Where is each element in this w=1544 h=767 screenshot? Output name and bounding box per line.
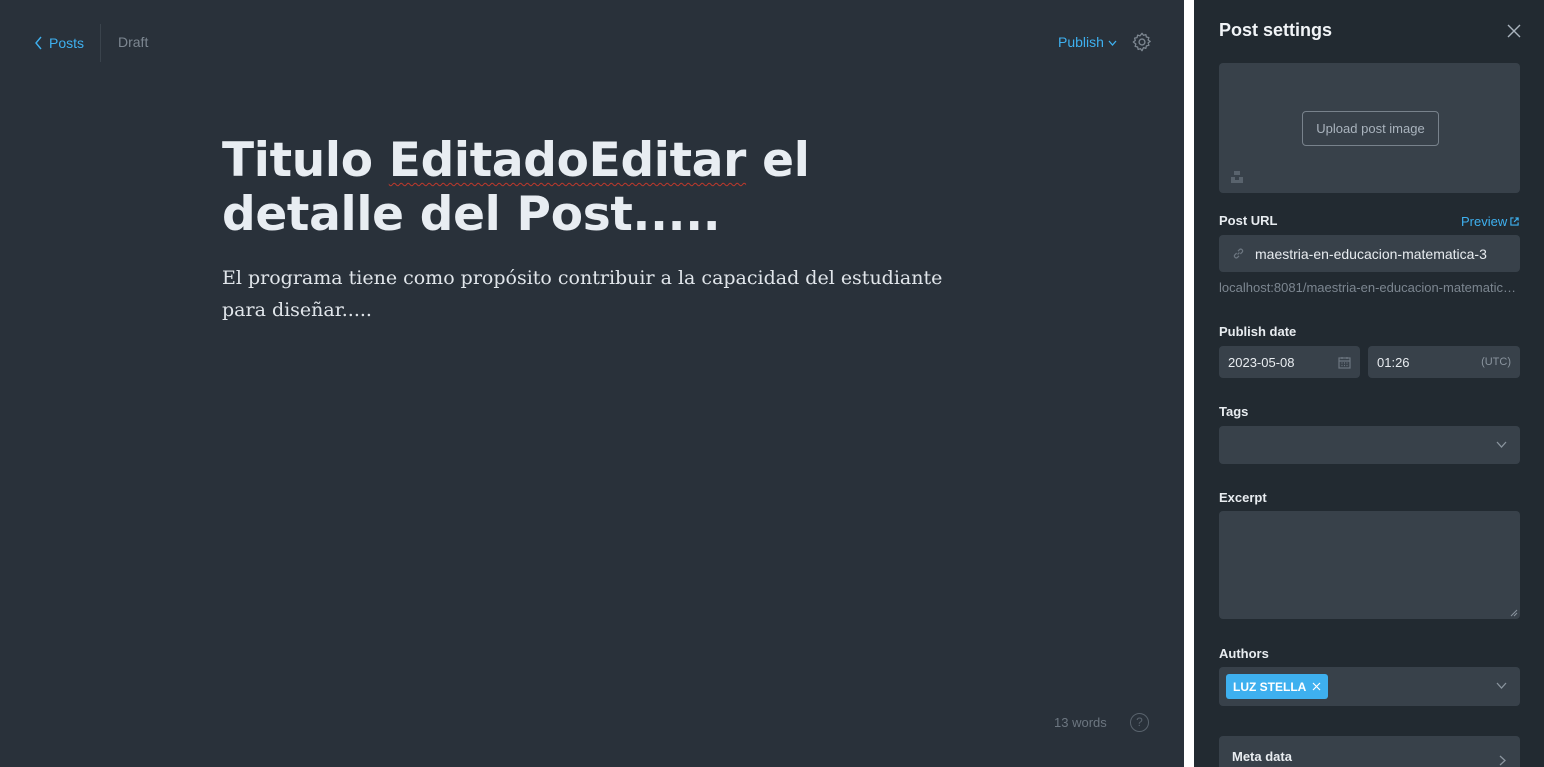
post-url-full: localhost:8081/maestria-en-educacion-mat… <box>1219 280 1520 295</box>
post-image-dropzone[interactable]: Upload post image <box>1219 63 1520 193</box>
date-value: 2023-05-08 <box>1228 354 1295 370</box>
timezone-label: (UTC) <box>1481 356 1511 368</box>
publish-button[interactable]: Publish <box>1058 34 1117 50</box>
post-status: Draft <box>118 34 149 50</box>
author-name: LUZ STELLA <box>1233 679 1307 694</box>
excerpt-label: Excerpt <box>1219 490 1267 505</box>
post-url-input[interactable]: maestria-en-educacion-matematica-3 <box>1219 235 1520 272</box>
title-misspelled-word: EditadoEditar <box>388 133 747 188</box>
post-url-value: maestria-en-educacion-matematica-3 <box>1255 245 1487 262</box>
tags-select[interactable] <box>1219 426 1520 464</box>
chevron-right-icon <box>1499 755 1506 766</box>
excerpt-textarea[interactable] <box>1219 511 1520 619</box>
author-chip: LUZ STELLA <box>1226 674 1329 699</box>
publish-date-label: Publish date <box>1219 324 1297 339</box>
preview-label: Preview <box>1461 214 1508 229</box>
help-button[interactable]: ? <box>1130 713 1149 732</box>
post-url-label: Post URL <box>1219 213 1278 228</box>
chevron-down-icon <box>1108 40 1117 46</box>
external-link-icon <box>1510 217 1519 226</box>
back-label: Posts <box>49 35 85 51</box>
panel-title: Post settings <box>1219 20 1333 40</box>
authors-label: Authors <box>1219 646 1269 661</box>
remove-author-icon[interactable] <box>1312 682 1321 691</box>
chevron-down-icon <box>1496 441 1507 448</box>
authors-select[interactable]: LUZ STELLA <box>1219 667 1520 706</box>
tags-label: Tags <box>1219 404 1249 419</box>
back-to-posts-link[interactable]: Posts <box>34 34 84 52</box>
editor-area: Posts Draft Publish Titulo EditadoEditar… <box>0 0 1184 767</box>
link-icon <box>1233 248 1244 259</box>
resize-grip-icon[interactable] <box>1510 609 1518 617</box>
post-body[interactable]: El programa tiene como propósito contrib… <box>222 262 962 326</box>
unsplash-icon[interactable] <box>1230 170 1244 184</box>
meta-data-section[interactable]: Meta data <box>1219 736 1520 767</box>
calendar-icon <box>1338 356 1351 369</box>
preview-link[interactable]: Preview <box>1461 214 1519 229</box>
word-count: 13 words <box>1054 715 1107 730</box>
header-divider <box>100 24 101 62</box>
panel-divider <box>1184 0 1194 767</box>
chevron-down-icon <box>1496 682 1507 689</box>
publish-label: Publish <box>1058 34 1104 50</box>
post-settings-panel: Post settings Upload post image Post URL… <box>1194 0 1544 767</box>
title-text-start: Titulo <box>222 133 389 188</box>
meta-data-label: Meta data <box>1232 749 1292 764</box>
time-value: 01:26 <box>1377 354 1410 370</box>
publish-date-input[interactable]: 2023-05-08 <box>1219 346 1360 378</box>
chevron-left-icon <box>35 36 42 50</box>
gear-icon[interactable] <box>1131 31 1153 53</box>
close-icon[interactable] <box>1506 23 1522 39</box>
publish-time-input[interactable]: 01:26 (UTC) <box>1368 346 1520 378</box>
upload-post-image-button[interactable]: Upload post image <box>1302 111 1439 146</box>
post-title[interactable]: Titulo EditadoEditar el detalle del Post… <box>222 134 982 242</box>
